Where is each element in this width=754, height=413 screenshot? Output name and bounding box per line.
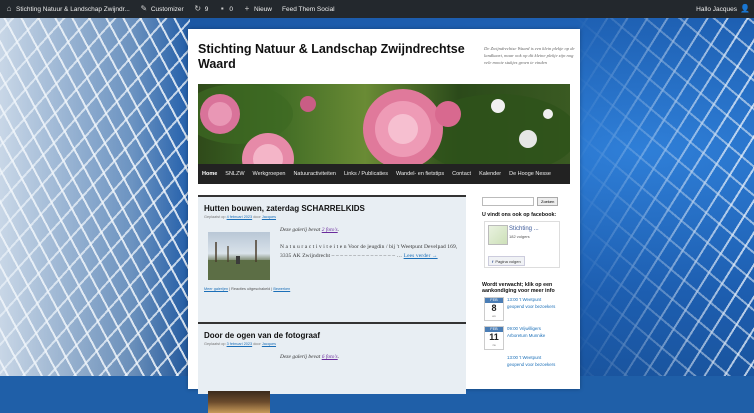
site-title[interactable]: Stichting Natuur & Landschap Zwijndrecht… (198, 42, 468, 72)
facebook-follow-label: Pagina volgen (495, 258, 521, 264)
facebook-widget-title: U vindt ons ook op facebook: (482, 212, 557, 218)
post-article: Hutten bouwen, zaterdag SCHARRELKIDS Gep… (198, 195, 466, 330)
gallery-photo-count-link[interactable]: 2 foto's (322, 227, 338, 233)
event-text[interactable]: 13:00 't Weetpunt geopend voor bezoekers (507, 355, 557, 368)
admin-updates-link[interactable]: ↻ 9 (189, 0, 214, 18)
admin-customize-label: Customizer (150, 5, 184, 13)
gallery-note: Deze galerij bevat 6 foto's. (280, 354, 339, 360)
calendar-date-icon: FEB 11 za (484, 326, 504, 350)
meta-prefix: Geplaatst op (204, 342, 227, 346)
event-day: 8 (491, 303, 497, 313)
search-button[interactable]: Zoeken (537, 196, 559, 206)
background-snowy-tree-left (0, 0, 190, 376)
facebook-page-box[interactable]: Stichting ... 182 volgers f Pagina volge… (484, 221, 560, 268)
admin-greeting: Hallo Jacques (696, 5, 737, 13)
brush-icon: ✎ (140, 4, 148, 13)
nav-item-contact[interactable]: Contact (448, 164, 475, 184)
event-text[interactable]: 09:00 Vrijwilligers Arboretum Munnike (507, 326, 557, 339)
meta-mid: door (252, 215, 262, 219)
post-title[interactable]: Door de ogen van de fotograaf (204, 331, 320, 340)
event-item[interactable]: FEB 11 za 09:00 Vrijwilligers Arboretum … (482, 324, 556, 351)
post-meta: Geplaatst op 3 februari 2023 door Jacque… (204, 342, 276, 346)
event-weekday: za (492, 343, 496, 347)
read-more-link[interactable]: Lees verder → (404, 253, 438, 259)
event-day: 11 (489, 332, 499, 342)
agenda-widget: Wordt verwacht; klik op een aankondiging… (482, 282, 572, 294)
footer-separator: | Reacties uitgeschakeld | (228, 287, 274, 291)
more-galleries-link[interactable]: Meer galerijen (204, 287, 228, 291)
admin-new-link[interactable]: + Nieuw (238, 0, 277, 18)
admin-site-label: Stichting Natuur & Landschap Zwijndr... (16, 5, 130, 13)
post-footer: Meer galerijen | Reacties uitgeschakeld … (204, 287, 290, 291)
facebook-widget: U vindt ons ook op facebook: (482, 212, 572, 218)
background-snowy-tree-right (574, 0, 754, 376)
gallery-prefix: Deze galerij bevat (280, 227, 322, 233)
post-thumbnail[interactable] (208, 232, 270, 280)
meta-prefix: Geplaatst op (204, 215, 227, 219)
plus-icon: + (244, 4, 250, 13)
meta-mid: door (252, 342, 262, 346)
gallery-suffix: . (337, 354, 340, 360)
search-input[interactable] (482, 196, 534, 206)
user-avatar-icon: 👤 (740, 4, 750, 13)
post-title[interactable]: Hutten bouwen, zaterdag SCHARRELKIDS (204, 204, 365, 213)
admin-new-label: Nieuw (253, 5, 272, 13)
admin-site-link[interactable]: ⌂ Stichting Natuur & Landschap Zwijndr..… (0, 0, 135, 18)
gallery-suffix: . (337, 227, 340, 233)
facebook-icon: f (492, 258, 494, 264)
search-form: Zoeken (482, 195, 572, 207)
facebook-follow-button[interactable]: f Pagina volgen (488, 256, 525, 266)
facebook-followers: 182 volgers (509, 234, 530, 239)
post-date-link[interactable]: 3 februari 2023 (227, 342, 253, 346)
nav-item-kalender[interactable]: Kalender (475, 164, 505, 184)
gallery-note: Deze galerij bevat 2 foto's. (280, 227, 339, 233)
site-description: De Zwijndrechtse Waard is een klein plek… (484, 46, 575, 65)
event-item[interactable]: FEB 8 wo 13:00 't Weetpunt geopend voor … (482, 295, 556, 322)
gallery-photo-count-link[interactable]: 6 foto's (322, 354, 338, 360)
calendar-date-icon: FEB 8 wo (484, 297, 504, 321)
admin-updates-count: 9 (204, 5, 209, 13)
main-navigation: Home SNLZW Werkgroepen Natuuractiviteite… (198, 164, 570, 184)
thumbnail-landscape-image (208, 240, 270, 280)
admin-feedthem-label: Feed Them Social (282, 5, 335, 13)
nav-item-snlzw[interactable]: SNLZW (221, 164, 248, 184)
admin-comments-link[interactable]: ▪ 0 (213, 0, 238, 18)
facebook-page-name[interactable]: Stichting ... (509, 226, 539, 232)
post-author-link[interactable]: Jacques (262, 342, 276, 346)
nav-item-links-publicaties[interactable]: Links / Publicaties (340, 164, 392, 184)
nav-item-wandel-fietstips[interactable]: Wandel- en fietstips (392, 164, 448, 184)
updates-icon: ↻ (194, 4, 202, 13)
post-article: Door de ogen van de fotograaf Geplaatst … (198, 322, 466, 413)
post-meta: Geplaatst op 4 februari 2023 door Jacque… (204, 215, 276, 219)
admin-customize-link[interactable]: ✎ Customizer (135, 0, 189, 18)
comment-icon: ▪ (220, 4, 224, 13)
facebook-page-logo (488, 225, 508, 245)
nav-item-natuuractiviteiten[interactable]: Natuuractiviteiten (289, 164, 340, 184)
post-date-link[interactable]: 4 februari 2023 (227, 215, 253, 219)
gallery-prefix: Deze galerij bevat (280, 354, 322, 360)
nav-item-hooge-nesse[interactable]: De Hooge Nesse (505, 164, 555, 184)
admin-feedthem-link[interactable]: Feed Them Social (277, 0, 340, 18)
post-excerpt: N a t u u r a c t i v i t e i t e n Voor… (280, 243, 462, 261)
admin-bar: ⌂ Stichting Natuur & Landschap Zwijndr..… (0, 0, 754, 18)
event-weekday: wo (492, 314, 496, 318)
post-thumbnail[interactable] (208, 391, 270, 413)
page-container: Stichting Natuur & Landschap Zwijndrecht… (188, 29, 580, 413)
admin-account-link[interactable]: Hallo Jacques 👤 (691, 0, 754, 18)
agenda-widget-title: Wordt verwacht; klik op een aankondiging… (482, 282, 555, 294)
post-author-link[interactable]: Jacques (262, 215, 276, 219)
nav-item-home[interactable]: Home (198, 164, 221, 184)
edit-post-link[interactable]: Bewerken (273, 287, 290, 291)
admin-comments-count: 0 (229, 5, 233, 13)
home-icon: ⌂ (6, 4, 12, 13)
nav-item-werkgroepen[interactable]: Werkgroepen (249, 164, 290, 184)
event-text[interactable]: 13:00 't Weetpunt geopend voor bezoekers (507, 297, 557, 310)
